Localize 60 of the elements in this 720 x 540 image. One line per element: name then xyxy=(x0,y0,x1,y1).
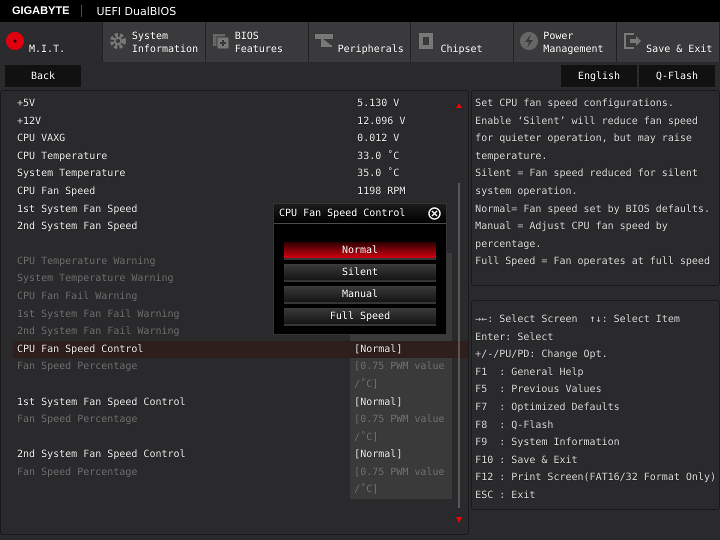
key-hint: F1 : General Help xyxy=(475,366,585,380)
menu-tab[interactable]: System Information xyxy=(102,22,206,62)
popup-title: CPU Fan Speed Control xyxy=(279,208,406,219)
help-text: Manual = Adjust CPU fan speed by percentage. xyxy=(475,220,669,252)
help-text: Enable ‘Silent’ will reduce fan speed for quieter operation, but may raise temperature. xyxy=(475,114,699,164)
sensor-label: 2nd System Fan Speed xyxy=(17,220,138,234)
menu-tab[interactable]: Save & Exit xyxy=(617,22,720,62)
sensor-value: 5.130 V xyxy=(357,97,400,111)
sensor-label: CPU VAXG xyxy=(17,132,66,146)
back-button[interactable]: Back xyxy=(5,65,81,87)
selected-setting-row[interactable]: CPU Fan Speed Control [Normal] xyxy=(13,340,468,358)
sensor-label: CPU Temperature xyxy=(17,150,108,164)
menu-tab[interactable]: M.I.T. xyxy=(0,22,103,62)
key-hint: F8 : Q-Flash xyxy=(475,418,554,433)
key-hint: →←: Select Screen ↑↓: Select Item xyxy=(475,313,681,327)
key-hint: +/-/PU/PD: Change Opt. xyxy=(475,348,609,362)
lightning-icon xyxy=(519,31,540,51)
help-text: Set CPU fan speed configurations. xyxy=(475,97,675,111)
language-button[interactable]: English xyxy=(561,65,637,87)
sensor-label: 1st System Fan Speed xyxy=(17,202,138,217)
menu-tab[interactable]: BIOS Features xyxy=(206,22,309,62)
key-hint: Enter: Select xyxy=(475,330,554,345)
sensor-value: 33.0 ˚C xyxy=(357,149,400,164)
sensor-value: 1198 RPM xyxy=(357,184,406,199)
dot-icon xyxy=(5,31,25,51)
option-button[interactable]: Full Speed xyxy=(284,308,436,326)
key-hint: F10 : Save & Exit xyxy=(475,454,579,468)
setting-label[interactable]: 2nd System Fan Speed Control xyxy=(17,446,186,464)
sensor-value: 0.012 V xyxy=(357,132,400,146)
key-hint: F12 : Print Screen(FAT16/32 Format Only) xyxy=(475,471,716,486)
sensor-label: +12V xyxy=(17,114,42,129)
brand-logo: GIGABYTE xyxy=(0,5,82,17)
menu-tab[interactable]: Power Management xyxy=(514,22,618,62)
sensor-label: System Temperature xyxy=(17,167,126,182)
key-hint: ESC : Exit xyxy=(475,488,536,503)
sensor-value: 35.0 ˚C xyxy=(357,166,400,182)
menu-tab[interactable]: Peripherals xyxy=(308,22,412,62)
gear-icon xyxy=(108,31,128,51)
qflash-button[interactable]: Q-Flash xyxy=(639,65,715,87)
option-button[interactable]: Manual xyxy=(284,286,436,304)
key-hint: F9 : System Information xyxy=(475,436,621,450)
sensor-label: +5V xyxy=(17,97,36,111)
menu-tab[interactable]: Chipset xyxy=(411,22,514,62)
help-text: Full Speed = Fan operates at full speed xyxy=(475,255,711,270)
close-icon[interactable] xyxy=(428,207,441,220)
key-hint: F5 : Previous Values xyxy=(475,383,603,398)
setting-label: CPU Fan Speed Control xyxy=(17,342,144,357)
setting-label[interactable]: 1st System Fan Speed Control xyxy=(17,394,186,412)
window-title: UEFI DualBIOS xyxy=(95,4,176,18)
help-text: Silent = Fan speed reduced for silent system operation. xyxy=(475,167,699,199)
setting-value: [Normal] xyxy=(350,446,452,464)
key-hint: F7 : Optimized Defaults xyxy=(475,400,621,415)
option-button[interactable]: Normal xyxy=(284,242,436,260)
chip-icon xyxy=(210,31,231,51)
sensor-label: CPU Fan Speed xyxy=(17,184,96,199)
sensor-value: 12.096 V xyxy=(357,114,406,129)
setting-value: [Normal] xyxy=(350,394,452,412)
exit-icon xyxy=(622,31,642,51)
help-text: Normal= Fan speed set by BIOS defaults. xyxy=(475,202,711,217)
option-button[interactable]: Silent xyxy=(284,264,436,282)
